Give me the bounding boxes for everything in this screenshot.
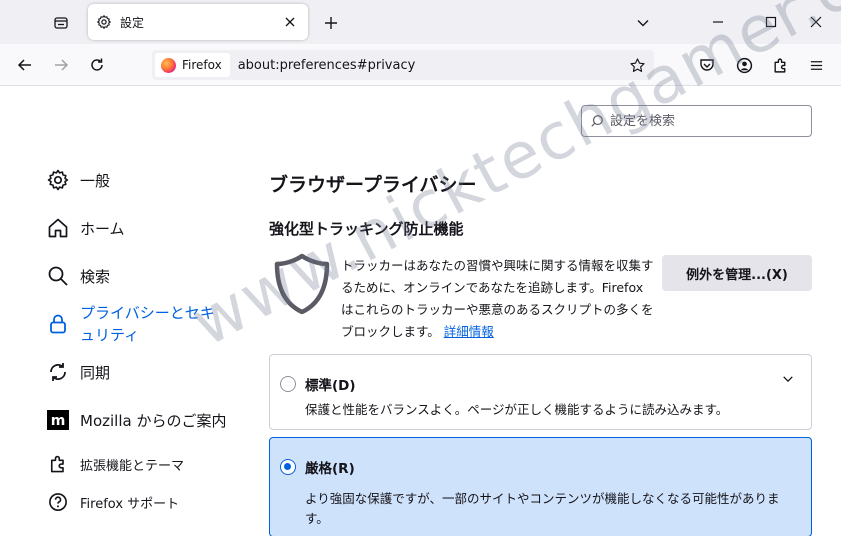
hamburger-menu-icon xyxy=(810,60,822,70)
firefox-view-icon xyxy=(54,17,68,29)
settings-search[interactable] xyxy=(581,105,812,137)
mozilla-icon: m xyxy=(44,406,72,434)
arrow-right-icon xyxy=(55,59,69,71)
extensions-button[interactable] xyxy=(766,51,794,79)
protection-option-standard[interactable]: 標準(D) 保護と性能をバランスよく。ページが正しく機能するように読み込みます。 xyxy=(269,354,812,430)
account-icon xyxy=(736,57,752,73)
radio-standard[interactable] xyxy=(280,376,296,392)
puzzle-icon xyxy=(44,450,72,478)
lock-icon xyxy=(44,310,72,338)
back-button[interactable] xyxy=(11,51,39,79)
chevron-down-icon xyxy=(783,376,793,383)
sidebar-item-label: 検索 xyxy=(80,267,111,286)
arrow-left-icon xyxy=(17,59,31,71)
protection-option-strict[interactable]: 厳格(R) より強固な保護ですが、一部のサイトやコンテンツが機能しなくなる可能性… xyxy=(269,437,812,536)
tab-strip: 設定 xyxy=(0,0,841,44)
reload-icon xyxy=(91,58,103,71)
preferences-content: 一般 ホーム 検索 プライバシーとセキュリティ 同期 m Mozilla からの… xyxy=(0,0,841,536)
sidebar-item-label: Firefox サポート xyxy=(80,496,180,512)
home-icon xyxy=(44,214,72,242)
sidebar-item-label: プライバシーとセキュリティ xyxy=(80,304,215,344)
maximize-icon xyxy=(765,16,777,28)
new-tab-button[interactable] xyxy=(318,10,344,36)
app-menu-button[interactable] xyxy=(802,51,830,79)
sidebar-item-label: 拡張機能とテーマ xyxy=(80,458,185,474)
sidebar-item-search[interactable]: 検索 xyxy=(44,262,110,290)
page-title: ブラウザープライバシー xyxy=(269,174,477,196)
close-tab-button[interactable] xyxy=(280,12,300,32)
url-bar[interactable]: Firefox about:preferences#privacy xyxy=(152,50,654,80)
tab-title: 設定 xyxy=(120,15,145,30)
shield-icon xyxy=(274,253,330,315)
puzzle-icon xyxy=(773,58,785,73)
sidebar-item-label: Mozilla からのご案内 xyxy=(80,411,227,430)
sidebar-item-addons[interactable]: 拡張機能とテーマ xyxy=(44,450,184,478)
section-title: 強化型トラッキング防止機能 xyxy=(269,220,464,238)
search-icon xyxy=(44,262,72,290)
firefox-view-button[interactable] xyxy=(48,10,74,36)
close-icon xyxy=(810,16,822,28)
expand-button[interactable] xyxy=(779,370,797,388)
sidebar-item-label: 一般 xyxy=(80,171,111,190)
gear-icon xyxy=(44,166,72,194)
sidebar-item-privacy[interactable]: プライバシーとセキュリティ xyxy=(44,302,224,346)
reload-button[interactable] xyxy=(83,51,111,79)
sidebar-item-sync[interactable]: 同期 xyxy=(44,358,110,386)
option-description: 保護と性能をバランスよく。ページが正しく機能するように読み込みます。 xyxy=(305,402,729,417)
tab-settings[interactable]: 設定 xyxy=(88,4,308,40)
radio-strict[interactable] xyxy=(280,459,296,475)
pocket-icon xyxy=(700,59,714,71)
url-input[interactable]: about:preferences#privacy xyxy=(238,58,624,73)
close-window-button[interactable] xyxy=(798,6,834,38)
star-icon xyxy=(629,57,645,72)
learn-more-link[interactable]: 詳細情報 xyxy=(444,324,494,339)
sidebar-item-support[interactable]: Firefox サポート xyxy=(44,488,179,516)
gear-icon xyxy=(97,15,111,29)
help-icon xyxy=(44,488,72,516)
manage-exceptions-button[interactable]: 例外を管理...(X) xyxy=(662,255,812,291)
forward-button[interactable] xyxy=(47,51,75,79)
list-all-tabs-button[interactable] xyxy=(630,10,656,36)
sidebar-item-general[interactable]: 一般 xyxy=(44,166,110,194)
pocket-button[interactable] xyxy=(693,51,721,79)
account-button[interactable] xyxy=(730,51,758,79)
close-icon xyxy=(285,17,295,27)
tracking-description: トラッカーはあなたの習慣や興味に関する情報を収集するために、オンラインであなたを… xyxy=(341,255,659,343)
bookmark-star-button[interactable] xyxy=(624,52,650,78)
plus-icon xyxy=(325,17,337,29)
tracking-description-text: トラッカーはあなたの習慣や興味に関する情報を収集するために、オンラインであなたを… xyxy=(341,258,654,339)
sync-icon xyxy=(44,358,72,386)
minimize-button[interactable] xyxy=(700,6,736,38)
maximize-button[interactable] xyxy=(753,6,789,38)
identity-box[interactable]: Firefox xyxy=(155,53,230,77)
chevron-down-icon xyxy=(637,20,649,27)
minimize-icon xyxy=(713,21,723,23)
sidebar-item-label: ホーム xyxy=(80,219,125,238)
sidebar-item-mozilla[interactable]: m Mozilla からのご案内 xyxy=(44,406,226,434)
firefox-logo-icon xyxy=(161,57,176,73)
sidebar-item-home[interactable]: ホーム xyxy=(44,214,125,242)
option-description: より強固な保護ですが、一部のサイトやコンテンツが機能しなくなる可能性があります。 xyxy=(305,491,780,526)
option-title: 厳格(R) xyxy=(305,461,355,477)
search-input[interactable] xyxy=(610,113,800,129)
nav-bar: Firefox about:preferences#privacy xyxy=(0,44,841,86)
search-icon xyxy=(591,115,603,127)
svg-text:m: m xyxy=(51,413,66,429)
identity-label: Firefox xyxy=(182,58,222,72)
sidebar-item-label: 同期 xyxy=(80,363,111,382)
option-title: 標準(D) xyxy=(305,378,356,394)
